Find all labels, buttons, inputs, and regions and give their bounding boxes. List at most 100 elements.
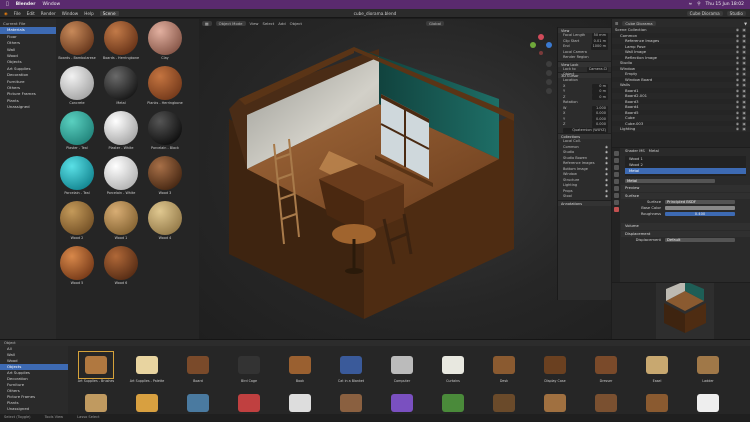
view-layer-tab-icon[interactable] [613,172,619,177]
blender-logo-icon[interactable]: ◉ [4,11,8,16]
properties-tabs [612,148,620,282]
shelf-catalog-item[interactable]: Unassigned [0,406,68,412]
render-tab-icon[interactable] [613,158,619,163]
diorama-thumbnail [656,283,714,339]
shelf-asset-label: Curtains [446,379,460,383]
material-datablock-field[interactable]: Metal [625,178,715,184]
material-grid: Boards - Bambolarese Boards - Herringbone… [57,21,197,288]
material-asset[interactable]: Wood 2 [57,201,97,243]
shelf-asset[interactable]: Display Case [531,348,579,384]
material-datablock-row: Metal [621,178,750,184]
material-asset[interactable]: Wood 6 [101,246,141,288]
apple-icon[interactable]:  [6,2,9,7]
surface-shader-field[interactable]: Principled BSDF [665,199,735,205]
rotation-axis-field[interactable]: 0.000 [592,111,608,117]
material-asset[interactable]: Porcelain - Black [145,111,185,153]
desk-icon [487,352,521,378]
material-asset[interactable]: Wood 4 [145,201,185,243]
material-asset[interactable]: Concrete [57,66,97,108]
shelf-asset[interactable]: Dresser [582,348,630,384]
shelf-asset[interactable]: Board [174,348,222,384]
shelf-asset[interactable]: Art Supplies - Palette [123,348,171,384]
volume-section[interactable]: Volume [621,223,750,230]
menu-edit[interactable]: Edit [27,11,35,16]
material-asset[interactable]: Wood 5 [57,246,97,288]
material-asset[interactable]: Metal [101,66,141,108]
menu-file[interactable]: File [14,11,21,16]
asset-thumbnail-shape [493,394,515,412]
shelf-asset[interactable]: Cat in a Blanket [327,348,375,384]
rotation-axis-field[interactable]: 0.000 [592,122,608,128]
material-preview-ball [148,66,182,100]
asset-shelf-catalogs: All Wall Wood Objects Art Supplies Decoration… [0,346,68,415]
object-tab-icon[interactable] [613,193,619,198]
material-asset[interactable]: Planks - Herringbone [145,66,185,108]
search-icon[interactable]: ⚲ [697,2,700,7]
outliner-row[interactable]: Lighting ◉ ▣ [612,126,750,132]
material-asset[interactable]: Plaster - Teal [57,111,97,153]
menu-help[interactable]: Help [84,11,94,16]
navigation-gizmo[interactable] [530,34,552,55]
menu-window[interactable]: Window [62,11,79,16]
roughness-field[interactable]: 0.400 [665,211,735,217]
annotations-section-header[interactable]: Annotations [558,199,611,206]
rotation-mode-dropdown[interactable]: Quaternion (WXYZ) [563,127,608,133]
filter-icon[interactable]: ▼ [744,21,747,26]
material-asset[interactable]: Porcelain - Teal [57,156,97,198]
workspace-tab-scene[interactable]: Scene [99,10,119,16]
stool-icon [589,390,623,416]
frame2-icon [334,390,368,416]
focal-length-field[interactable]: 50 mm [591,33,608,39]
outliner-display-icon[interactable]: ☰ [615,21,618,26]
material-asset[interactable]: Porcelain - White [101,156,141,198]
material-preview-ball [104,201,138,235]
os-app-name[interactable]: Blender [16,2,36,7]
lock-object-field[interactable]: Camera.Cl [586,66,608,72]
shelf-asset[interactable]: Desk [480,348,528,384]
material-asset[interactable]: Boards - Bambolarese [57,21,97,63]
clip-end-field[interactable]: 1000 m [590,44,608,50]
material-label: Porcelain - Teal [64,191,90,195]
shelf-asset[interactable]: Curtains [429,348,477,384]
visibility-toggle-icon[interactable]: ◉ ▣ [736,126,747,132]
shelf-asset[interactable]: Ladder [684,348,732,384]
base-color-swatch[interactable] [665,205,735,211]
3d-viewport[interactable]: ▦ Object Mode View Select Add Object Glo… [199,19,617,339]
shelf-asset[interactable]: Book [276,348,324,384]
tool-tab-icon[interactable] [613,151,619,156]
material-slot[interactable]: Metal [625,168,746,174]
wifi-icon[interactable]: ≈ [688,2,692,7]
shelf-asset[interactable]: Computer [378,348,426,384]
world-tab-icon[interactable] [613,186,619,191]
modifier-tab-icon[interactable] [613,200,619,205]
asset-shelf-items: Art Supplies - Brushes Art Supplies - Pal… [72,348,742,422]
material-asset[interactable]: Plaster - White [101,111,141,153]
output-tab-icon[interactable] [613,165,619,170]
asset-thumbnail-shape [289,394,311,412]
os-clock[interactable]: Thu 15 Jun 18:02 [706,2,744,7]
outliner-scene-label[interactable]: Cube Diorama [622,20,656,26]
material-name-crumb[interactable]: Metal [649,148,659,154]
viewport-nav-buttons[interactable] [546,61,552,94]
catalog-item[interactable]: Unassigned [0,104,56,110]
menu-render[interactable]: Render [41,11,56,16]
cursor-axis-field[interactable]: 0 m [592,94,608,100]
book-icon [283,352,317,378]
shelf-asset[interactable]: Bird Cage [225,348,273,384]
shelf-asset[interactable]: Easel [633,348,681,384]
shelf-asset[interactable]: Art Supplies - Brushes [72,348,120,384]
object-name[interactable]: Shader MS [625,148,645,154]
scene-tab-icon[interactable] [613,179,619,184]
material-asset[interactable]: Wood 1 [101,201,141,243]
material-asset[interactable]: Clay [145,21,185,63]
material-asset[interactable]: Wood 3 [145,156,185,198]
displacement-field[interactable]: Default [665,237,735,243]
visibility-icon[interactable]: ◉ [605,194,608,200]
preview-section[interactable]: Preview [621,185,750,192]
cursor-axis-field[interactable]: 0 m [592,89,608,95]
material-tab-icon[interactable] [613,207,619,212]
material-asset[interactable]: Boards - Herringbone [101,21,141,63]
scene-selector[interactable]: Cube Diorama [686,10,723,16]
view-layer-selector[interactable]: Studio [726,10,746,16]
os-window-menu[interactable]: Window [42,2,60,7]
